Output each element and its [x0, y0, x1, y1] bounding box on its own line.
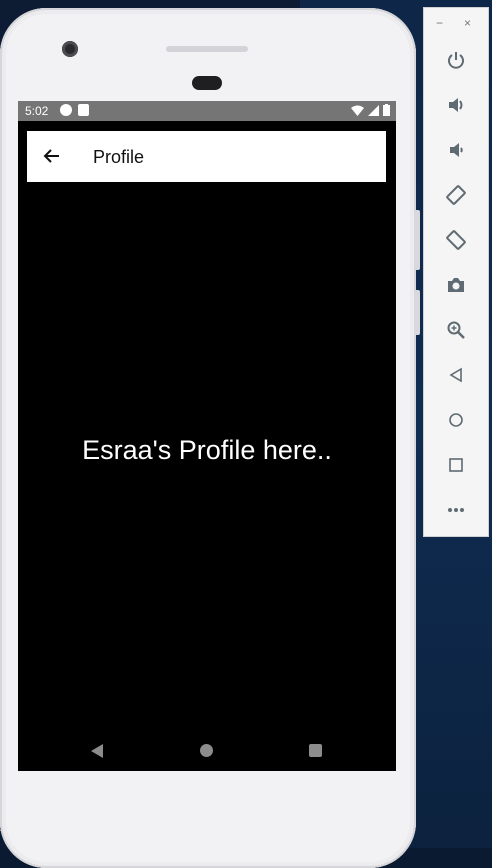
battery-icon [383, 104, 390, 116]
volume-down-icon[interactable] [444, 138, 468, 162]
notification-app-icon [60, 104, 72, 116]
power-icon[interactable] [444, 48, 468, 72]
nav-back-icon[interactable] [90, 743, 104, 759]
navigation-bar [18, 731, 396, 771]
camera-icon[interactable] [444, 273, 468, 297]
zoom-icon[interactable] [444, 318, 468, 342]
rotate-right-icon[interactable] [444, 228, 468, 252]
signal-icon [368, 104, 379, 116]
minimize-button[interactable]: − [436, 16, 443, 30]
back-arrow-icon[interactable] [41, 145, 63, 167]
more-icon[interactable] [444, 498, 468, 522]
rotate-left-icon[interactable] [444, 183, 468, 207]
sd-card-icon [78, 104, 89, 116]
overview-icon[interactable] [444, 453, 468, 477]
home-icon[interactable] [444, 408, 468, 432]
status-bar: 5:02 [18, 101, 396, 121]
back-icon[interactable] [444, 363, 468, 387]
profile-message: Esraa's Profile here.. [82, 435, 332, 465]
phone-volume-button [414, 210, 420, 270]
status-time: 5:02 [25, 104, 49, 118]
nav-home-icon[interactable] [200, 744, 213, 757]
emulator-phone-frame: 5:02 Profile Esraa's Profile here.. [0, 8, 416, 868]
phone-power-button [414, 290, 420, 335]
volume-up-icon[interactable] [444, 93, 468, 117]
close-button[interactable]: × [464, 16, 471, 30]
device-screen: 5:02 Profile Esraa's Profile here.. [18, 101, 396, 771]
earpiece-speaker [166, 46, 248, 52]
app-bar: Profile [27, 131, 386, 182]
emulator-toolbar: − × [424, 8, 488, 536]
nav-overview-icon[interactable] [309, 744, 322, 757]
front-camera-icon [62, 41, 78, 57]
page-title: Profile [93, 147, 145, 167]
proximity-sensor [192, 76, 222, 90]
wifi-icon [351, 105, 364, 116]
